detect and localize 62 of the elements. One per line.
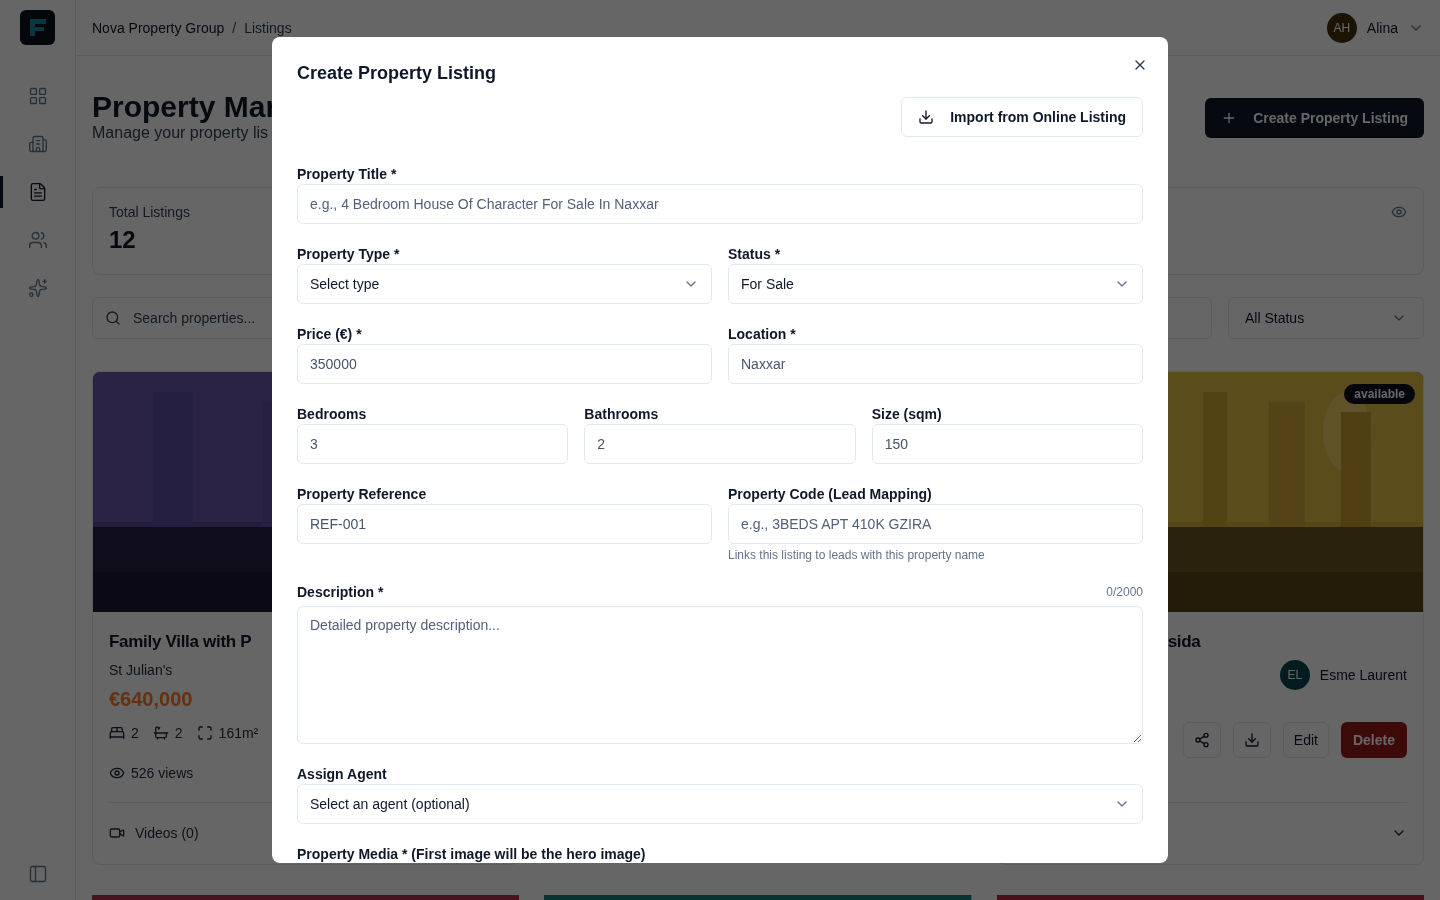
field-label: Property Media * (First image will be the hero image) — [297, 845, 647, 863]
bath-icon — [152, 725, 169, 741]
listing-size: 161m² — [196, 725, 259, 741]
text-field[interactable]: REF-001 — [297, 504, 712, 544]
field-label: Property Code (Lead Mapping) — [728, 485, 933, 504]
dashboard-icon — [27, 86, 48, 106]
description-field[interactable]: Detailed property description... — [297, 606, 1143, 744]
field-label: Size (sqm) — [871, 405, 943, 424]
panel-toggle-icon[interactable] — [27, 864, 48, 884]
select-field[interactable]: Select an agent (optional) — [297, 784, 1143, 824]
field-label: Property Title * — [297, 165, 398, 184]
agent-avatar: EL — [1279, 660, 1310, 690]
bedroom-count: 2 — [109, 725, 139, 741]
field-label: Bedrooms — [297, 405, 368, 424]
status-badge: available — [1344, 384, 1415, 404]
share-icon — [1193, 732, 1210, 748]
size-icon — [196, 725, 213, 741]
eye-icon — [1391, 204, 1407, 220]
field-label: Bathrooms — [584, 405, 660, 424]
text-field[interactable]: 350000 — [297, 344, 712, 384]
view-count: 526 views — [109, 765, 194, 781]
logo-icon — [20, 10, 55, 45]
listing-title: sida — [1167, 632, 1201, 652]
import-button[interactable]: Import from Online Listing — [901, 97, 1143, 137]
select-field[interactable]: Select type — [297, 264, 712, 304]
download-button[interactable] — [1232, 722, 1271, 758]
text-field[interactable]: 150 — [871, 424, 1143, 464]
users-icon — [27, 230, 48, 250]
select-field[interactable]: For Sale — [728, 264, 1143, 304]
field-label: Assign Agent — [297, 765, 388, 784]
field-label: Description * — [297, 583, 384, 602]
bathroom-count: 2 — [152, 725, 183, 741]
text-field[interactable]: e.g., 3BEDS APT 410K GZIRA — [728, 504, 1143, 544]
page-title: Property Mar — [92, 90, 278, 124]
field-label: Property Type * — [297, 245, 401, 264]
field-label: Status * — [728, 245, 782, 264]
stat-value: 12 — [109, 226, 136, 254]
dialog-title: Create Property Listing — [297, 62, 497, 85]
field-label: Location * — [728, 325, 797, 344]
text-field[interactable]: 2 — [584, 424, 856, 464]
share-button[interactable] — [1182, 722, 1221, 758]
sparkles-icon — [27, 278, 48, 298]
field-hint: Links this listing to leads with this property name — [728, 548, 986, 562]
page-subtitle: Manage your property lis — [92, 124, 270, 142]
breadcrumb-separator: / — [232, 19, 237, 36]
search-icon — [105, 310, 121, 326]
building-icon — [27, 134, 48, 154]
listing-title: Family Villa with P — [109, 632, 252, 652]
download-icon — [918, 109, 935, 125]
text-field[interactable]: Naxxar — [728, 344, 1143, 384]
text-field[interactable]: 3 — [297, 424, 569, 464]
bed-icon — [109, 725, 125, 741]
listing-location: St Julian's — [109, 662, 173, 678]
stat-label: Total Listings — [109, 204, 190, 220]
listing-price: €640,000 — [109, 688, 193, 711]
eye-icon — [109, 765, 125, 781]
download-icon — [1243, 732, 1260, 748]
field-label: Price (€) * — [297, 325, 363, 344]
character-counter: 0/2000 — [1106, 585, 1143, 599]
field-label: Property Reference — [297, 485, 428, 504]
text-field[interactable]: e.g., 4 Bedroom House Of Character For Sale In Naxxar — [297, 184, 1143, 224]
agent-name: Esme Laurent — [1319, 667, 1407, 683]
